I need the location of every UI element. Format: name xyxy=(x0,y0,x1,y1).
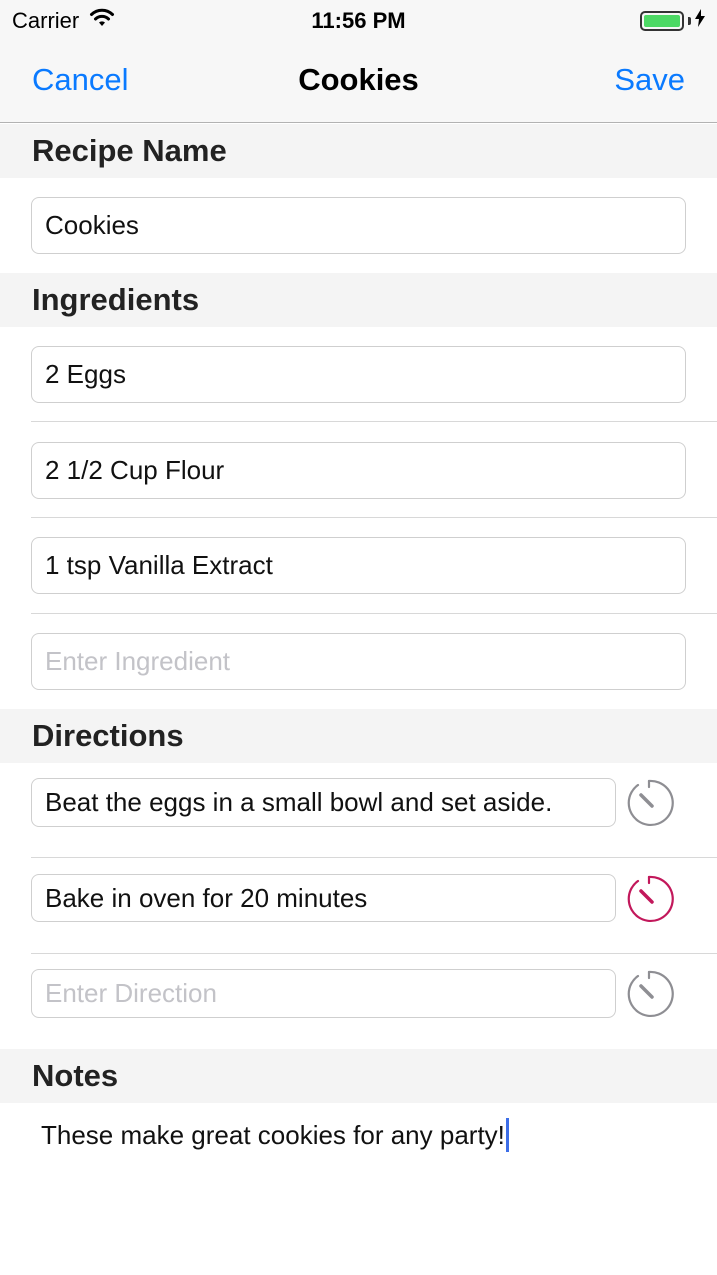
save-button[interactable]: Save xyxy=(614,62,685,98)
battery-icon xyxy=(640,9,705,32)
notes-text-area[interactable]: These make great cookies for any party! xyxy=(41,1118,509,1152)
section-header-directions: Directions xyxy=(0,709,717,763)
divider xyxy=(31,857,717,858)
new-ingredient-field[interactable]: Enter Ingredient xyxy=(31,633,686,690)
ingredient-field-3[interactable]: 1 tsp Vanilla Extract xyxy=(31,537,686,594)
timer-icon[interactable] xyxy=(621,775,677,831)
ingredient-field-2[interactable]: 2 1/2 Cup Flour xyxy=(31,442,686,499)
divider xyxy=(31,953,717,954)
section-header-ingredients: Ingredients xyxy=(0,273,717,327)
charging-bolt-icon xyxy=(695,9,705,32)
new-direction-field[interactable]: Enter Direction xyxy=(31,969,616,1018)
divider xyxy=(31,421,717,422)
section-header-notes: Notes xyxy=(0,1049,717,1103)
notes-text: These make great cookies for any party! xyxy=(41,1119,505,1150)
divider xyxy=(31,517,717,518)
section-header-recipe-name: Recipe Name xyxy=(0,124,717,178)
direction-field-1[interactable]: Beat the eggs in a small bowl and set as… xyxy=(31,778,616,827)
status-time: 11:56 PM xyxy=(311,8,406,33)
divider xyxy=(31,613,717,614)
direction-field-2[interactable]: Bake in oven for 20 minutes xyxy=(31,874,616,922)
timer-icon[interactable] xyxy=(621,871,677,927)
navigation-bar: Carrier 11:56 PM Cancel Cookies Save xyxy=(0,0,717,123)
ingredient-field-1[interactable]: 2 Eggs xyxy=(31,346,686,403)
timer-icon[interactable] xyxy=(621,966,677,1022)
text-cursor xyxy=(505,1118,509,1152)
page-title: Cookies xyxy=(298,62,419,97)
recipe-name-field[interactable]: Cookies xyxy=(31,197,686,254)
